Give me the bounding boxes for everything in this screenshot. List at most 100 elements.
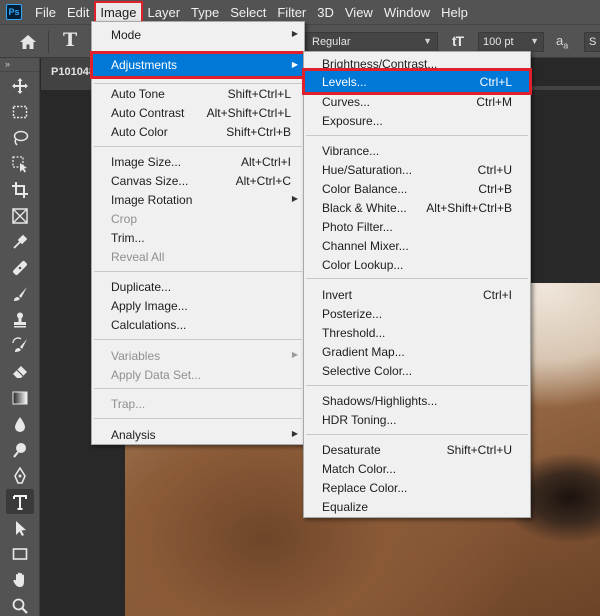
menu-separator <box>306 278 528 279</box>
menu-item-duplicate[interactable]: Duplicate... <box>93 277 303 296</box>
menu-image[interactable]: Image <box>94 0 143 24</box>
menu-item-channel-mixer[interactable]: Channel Mixer... <box>305 236 529 255</box>
menu-item-label: Selective Color... <box>322 364 413 378</box>
menu-type[interactable]: Type <box>186 2 224 23</box>
menu-view[interactable]: View <box>340 2 378 23</box>
photoshop-window: Ps File Edit Image Layer Type Select Fil… <box>0 0 600 616</box>
menu-item-posterize[interactable]: Posterize... <box>305 304 529 323</box>
lasso-tool-icon[interactable] <box>6 125 34 150</box>
menu-item-shortcut: Ctrl+I <box>482 288 512 302</box>
pen-tool-icon[interactable] <box>6 463 34 488</box>
object-select-tool-icon[interactable] <box>6 151 34 176</box>
menu-item-shortcut: Ctrl+M <box>476 95 512 109</box>
menu-item-threshold[interactable]: Threshold... <box>305 323 529 342</box>
history-brush-tool-icon[interactable] <box>6 333 34 358</box>
menu-item-trap[interactable]: Trap... <box>93 394 303 413</box>
healing-brush-tool-icon[interactable] <box>6 255 34 280</box>
menu-item-photo-filter[interactable]: Photo Filter... <box>305 217 529 236</box>
menu-item-shadows-highlights[interactable]: Shadows/Highlights... <box>305 391 529 410</box>
brush-tool-icon[interactable] <box>6 281 34 306</box>
options-divider <box>48 31 49 53</box>
menu-item-label: Image Rotation <box>111 193 193 207</box>
menu-item-shortcut: Ctrl+L <box>479 75 512 89</box>
menu-item-gradient-map[interactable]: Gradient Map... <box>305 342 529 361</box>
menu-layer[interactable]: Layer <box>143 2 186 23</box>
font-size-value: 100 pt <box>483 36 514 48</box>
move-tool-icon[interactable] <box>6 73 34 98</box>
menu-item-shortcut: Alt+Ctrl+I <box>240 155 291 169</box>
menu-item-auto-tone[interactable]: Auto Tone Shift+Ctrl+L <box>93 84 303 103</box>
menu-item-hdr-toning[interactable]: HDR Toning... <box>305 410 529 429</box>
menu-item-color-balance[interactable]: Color Balance... Ctrl+B <box>305 179 529 198</box>
gradient-tool-icon[interactable] <box>6 385 34 410</box>
menu-item-variables[interactable]: Variables ▶ <box>93 346 303 365</box>
menu-item-label: Apply Image... <box>111 299 188 313</box>
menu-item-label: Trap... <box>111 397 146 411</box>
menu-filter[interactable]: Filter <box>272 2 311 23</box>
menu-3d[interactable]: 3D <box>312 2 339 23</box>
menu-item-levels[interactable]: Levels... Ctrl+L <box>302 68 532 95</box>
menu-window[interactable]: Window <box>379 2 435 23</box>
menu-item-replace-color[interactable]: Replace Color... <box>305 478 529 497</box>
menu-item-shortcut: Ctrl+B <box>478 182 512 196</box>
menu-item-exposure[interactable]: Exposure... <box>305 111 529 130</box>
menu-edit[interactable]: Edit <box>62 2 94 23</box>
menu-item-shortcut: Alt+Ctrl+C <box>235 174 291 188</box>
menu-select[interactable]: Select <box>225 2 271 23</box>
marquee-tool-icon[interactable] <box>6 99 34 124</box>
menu-item-label: Variables <box>111 349 161 363</box>
menu-item-color-lookup[interactable]: Color Lookup... <box>305 255 529 274</box>
menu-item-calculations[interactable]: Calculations... <box>93 315 303 334</box>
eraser-tool-icon[interactable] <box>6 359 34 384</box>
menu-item-trim[interactable]: Trim... <box>93 228 303 247</box>
menu-item-reveal-all[interactable]: Reveal All <box>93 247 303 266</box>
menu-item-auto-color[interactable]: Auto Color Shift+Ctrl+B <box>93 122 303 141</box>
menu-file[interactable]: File <box>30 2 61 23</box>
collapse-toolbar-icon[interactable]: » <box>0 58 39 72</box>
menu-item-vibrance[interactable]: Vibrance... <box>305 141 529 160</box>
frame-tool-icon[interactable] <box>6 203 34 228</box>
menu-separator <box>306 434 528 435</box>
submenu-arrow-icon: ▶ <box>291 29 298 38</box>
type-tool-icon[interactable] <box>6 489 34 514</box>
menu-item-label: Calculations... <box>111 318 187 332</box>
menu-item-label: Photo Filter... <box>322 220 393 234</box>
menu-item-invert[interactable]: Invert Ctrl+I <box>305 285 529 304</box>
rectangle-tool-icon[interactable] <box>6 541 34 566</box>
menu-item-analysis[interactable]: Analysis ▶ <box>93 425 303 444</box>
menu-item-selective-color[interactable]: Selective Color... <box>305 361 529 380</box>
font-style-select[interactable]: Regular ▼ <box>305 32 438 52</box>
menu-item-black-white[interactable]: Black & White... Alt+Shift+Ctrl+B <box>305 198 529 217</box>
dodge-tool-icon[interactable] <box>6 437 34 462</box>
menu-item-auto-contrast[interactable]: Auto Contrast Alt+Shift+Ctrl+L <box>93 103 303 122</box>
menu-item-desaturate[interactable]: Desaturate Shift+Ctrl+U <box>305 440 529 459</box>
menu-item-mode[interactable]: Mode ▶ <box>93 25 303 44</box>
zoom-tool-icon[interactable] <box>6 593 34 616</box>
home-icon[interactable] <box>18 32 38 52</box>
path-selection-tool-icon[interactable] <box>6 515 34 540</box>
menu-item-equalize[interactable]: Equalize <box>305 497 529 516</box>
menu-item-crop[interactable]: Crop <box>93 209 303 228</box>
menu-item-apply-data-set[interactable]: Apply Data Set... <box>93 365 303 384</box>
menu-item-image-rotation[interactable]: Image Rotation ▶ <box>93 190 303 209</box>
menu-item-apply-image[interactable]: Apply Image... <box>93 296 303 315</box>
menu-item-canvas-size[interactable]: Canvas Size... Alt+Ctrl+C <box>93 171 303 190</box>
menu-item-adjustments[interactable]: Adjustments ▶ <box>90 51 306 79</box>
menu-item-hue-saturation[interactable]: Hue/Saturation... Ctrl+U <box>305 160 529 179</box>
menu-item-label: Reveal All <box>111 250 165 264</box>
menu-item-curves[interactable]: Curves... Ctrl+M <box>305 92 529 111</box>
menu-help[interactable]: Help <box>436 2 473 23</box>
menu-item-match-color[interactable]: Match Color... <box>305 459 529 478</box>
blur-tool-icon[interactable] <box>6 411 34 436</box>
clone-stamp-tool-icon[interactable] <box>6 307 34 332</box>
eyedropper-tool-icon[interactable] <box>6 229 34 254</box>
font-size-select[interactable]: 100 pt ▼ <box>478 32 544 52</box>
menu-separator <box>94 339 302 340</box>
menu-item-image-size[interactable]: Image Size... Alt+Ctrl+I <box>93 152 303 171</box>
menu-separator <box>94 271 302 272</box>
crop-tool-icon[interactable] <box>6 177 34 202</box>
anti-alias-select[interactable]: S <box>584 32 600 52</box>
menu-item-shortcut: Alt+Shift+Ctrl+B <box>426 201 512 215</box>
menu-item-label: Auto Tone <box>111 87 165 101</box>
hand-tool-icon[interactable] <box>6 567 34 592</box>
